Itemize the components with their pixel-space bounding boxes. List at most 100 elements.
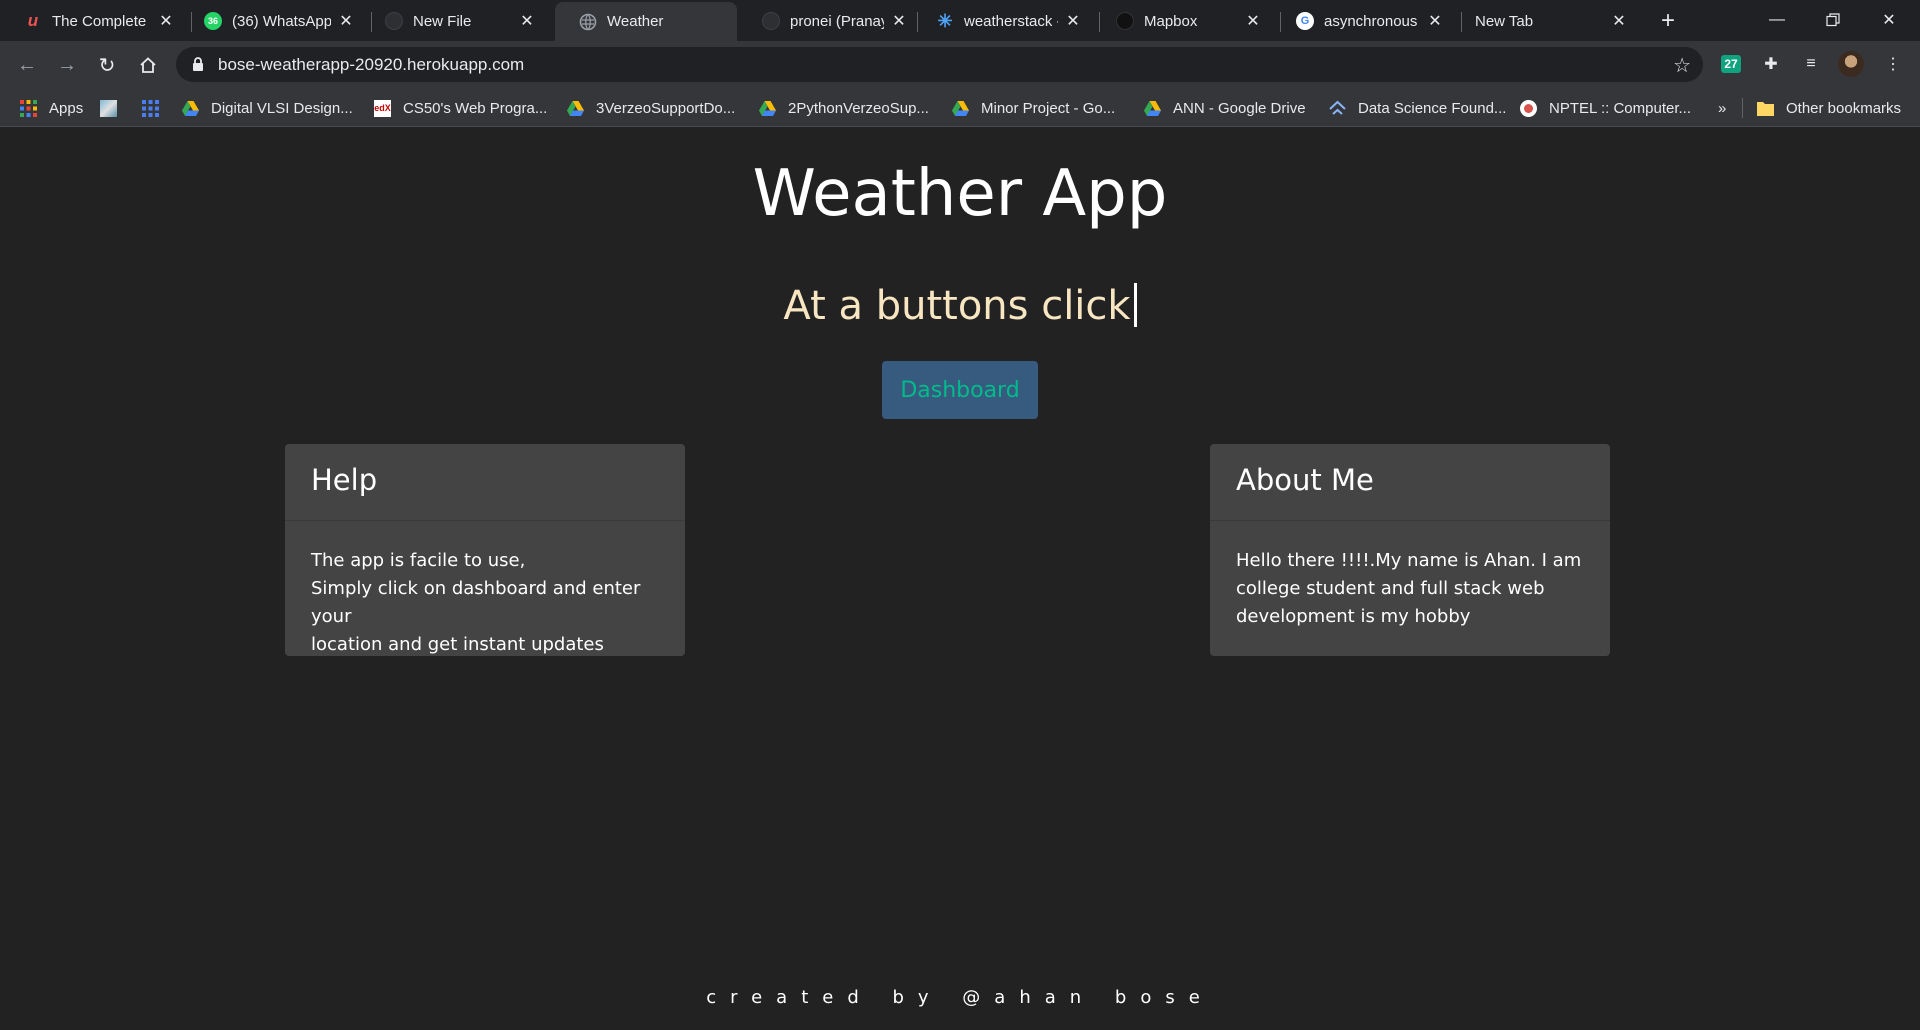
minimize-button[interactable]: — <box>1750 2 1804 38</box>
bookmark-label: Data Science Found... <box>1358 99 1507 117</box>
dashboard-button[interactable]: Dashboard <box>882 361 1038 419</box>
more-vertical-icon: ⋮ <box>1885 56 1901 73</box>
about-card: About Me Hello there !!!!.My name is Aha… <box>1210 444 1610 656</box>
typing-caret <box>1133 283 1137 327</box>
bookmark-data-science[interactable]: Data Science Found... <box>1329 97 1506 119</box>
mapbox-icon <box>1116 12 1134 30</box>
bookmark-cs50[interactable]: edX CS50's Web Progra... <box>374 97 547 119</box>
close-icon[interactable]: ✕ <box>890 12 908 30</box>
media-queue-button[interactable]: ≡ <box>1798 51 1824 77</box>
menu-button[interactable]: ⋮ <box>1880 51 1906 77</box>
minimize-icon: — <box>1769 11 1785 28</box>
lock-icon <box>193 57 203 71</box>
address-bar[interactable]: bose-weatherapp-20920.herokuapp.com ☆ <box>176 47 1703 82</box>
about-card-line: Hello there !!!!.My name is Ahan. I am <box>1236 550 1582 571</box>
drive-icon <box>567 100 584 117</box>
restore-button[interactable] <box>1806 2 1860 38</box>
grid-bookmark-icon <box>142 99 159 117</box>
profile-button[interactable] <box>1838 51 1864 77</box>
close-window-button[interactable]: ✕ <box>1862 2 1916 38</box>
tab-title: asynchronous - <box>1324 12 1420 30</box>
home-icon <box>140 57 156 73</box>
close-icon[interactable]: ✕ <box>1426 12 1444 30</box>
bookmark-image[interactable] <box>100 97 129 119</box>
bookmarks-overflow-button[interactable]: » <box>1718 97 1726 119</box>
browser-toolbar: ← → ↻ bose-weatherapp-20920.herokuapp.co… <box>0 41 1920 88</box>
extension-badge-icon: 27 <box>1721 55 1741 73</box>
tab-weather[interactable]: Weather <box>555 2 737 41</box>
help-card: Help The app is facile to use, Simply cl… <box>285 444 685 656</box>
close-icon[interactable]: ✕ <box>1064 12 1082 30</box>
back-arrow-icon: ← <box>17 53 37 76</box>
bookmark-apps[interactable]: Apps <box>20 97 83 119</box>
close-icon[interactable]: ✕ <box>1610 12 1628 30</box>
bookmark-nptel[interactable]: NPTEL :: Computer... <box>1520 97 1691 119</box>
weatherstack-icon: ✳ <box>937 10 953 31</box>
puzzle-icon: ✚ <box>1764 56 1778 73</box>
typed-text: At a buttons click <box>783 283 1131 329</box>
tab-title: Weather <box>607 13 664 30</box>
globe-icon <box>579 13 597 31</box>
close-icon[interactable]: ✕ <box>337 12 355 30</box>
tab-whatsapp[interactable]: 36 (36) WhatsApp ✕ <box>180 2 365 40</box>
tab-asynchronous[interactable]: G asynchronous - ✕ <box>1272 2 1454 40</box>
tab-title: (36) WhatsApp <box>232 12 331 30</box>
typed-tagline: At a buttons click <box>0 283 1920 329</box>
url-text[interactable]: bose-weatherapp-20920.herokuapp.com <box>218 55 524 75</box>
help-card-line: The app is facile to use, <box>311 550 526 571</box>
tab-pronei[interactable]: pronei (Pranay ✕ <box>738 2 918 40</box>
extension-badge-button[interactable]: 27 <box>1718 51 1744 77</box>
tab-new-tab[interactable]: New Tab ✕ <box>1455 2 1638 40</box>
bookmark-2python[interactable]: 2PythonVerzeoSup... <box>759 97 929 119</box>
help-card-title: Help <box>285 444 685 521</box>
github-icon <box>762 12 780 30</box>
footer-credit: created by @ahan bose <box>706 987 1214 1008</box>
bookmark-grid[interactable] <box>142 97 171 119</box>
avatar <box>1838 51 1864 77</box>
tab-title: pronei (Pranay <box>790 12 884 30</box>
bookmark-label: 3VerzeoSupportDo... <box>596 99 736 117</box>
about-card-title: About Me <box>1210 444 1610 521</box>
tab-title: New Tab <box>1475 12 1534 30</box>
bookmark-minor-project[interactable]: Minor Project - Go... <box>952 97 1115 119</box>
bookmark-digital-vlsi[interactable]: Digital VLSI Design... <box>182 97 353 119</box>
nptel-icon <box>1520 99 1537 117</box>
github-icon <box>385 12 403 30</box>
bookmark-other[interactable]: Other bookmarks <box>1757 97 1901 119</box>
tab-udemy[interactable]: u The Complete I ✕ <box>0 2 185 40</box>
bookmark-label: 2PythonVerzeoSup... <box>788 99 929 117</box>
close-icon[interactable]: ✕ <box>157 12 175 30</box>
tab-mapbox[interactable]: Mapbox ✕ <box>1092 2 1272 40</box>
bookmark-label: Apps <box>49 99 84 117</box>
restore-icon <box>1826 13 1840 27</box>
playlist-icon: ≡ <box>1806 55 1816 72</box>
apps-grid-icon <box>20 99 37 117</box>
image-bookmark-icon <box>100 99 117 117</box>
forward-arrow-icon: → <box>57 53 77 76</box>
home-button[interactable] <box>133 50 163 80</box>
bookmark-3verzeo[interactable]: 3VerzeoSupportDo... <box>567 97 735 119</box>
tab-title: Mapbox <box>1144 12 1198 30</box>
help-card-line: location and get instant updates <box>311 634 604 655</box>
bookmark-star-icon[interactable]: ☆ <box>1673 53 1691 78</box>
new-tab-button[interactable]: + <box>1655 7 1681 34</box>
forward-button[interactable]: → <box>52 50 82 80</box>
close-icon[interactable]: ✕ <box>518 12 536 30</box>
tab-title: weatherstack - <box>964 12 1058 30</box>
about-card-body: Hello there !!!!.My name is Ahan. I am c… <box>1210 521 1610 657</box>
extensions-button[interactable]: ✚ <box>1758 51 1784 77</box>
bookmark-ann[interactable]: ANN - Google Drive <box>1144 97 1306 119</box>
bookmark-label: ANN - Google Drive <box>1173 99 1306 117</box>
back-button[interactable]: ← <box>12 50 42 80</box>
drive-icon <box>759 100 776 117</box>
reload-button[interactable]: ↻ <box>92 50 122 80</box>
bookmark-label: CS50's Web Progra... <box>403 99 548 117</box>
drive-icon <box>182 100 199 117</box>
about-card-line: development is my hobby <box>1236 606 1471 627</box>
tab-weatherstack[interactable]: ✳ weatherstack - ✕ <box>912 2 1092 40</box>
bookmark-label: Digital VLSI Design... <box>211 99 353 117</box>
bookmark-label: NPTEL :: Computer... <box>1549 99 1691 117</box>
close-icon[interactable]: ✕ <box>1244 12 1262 30</box>
tab-new-file[interactable]: New File ✕ <box>361 2 546 40</box>
chevron-double-right-icon: » <box>1718 99 1727 117</box>
